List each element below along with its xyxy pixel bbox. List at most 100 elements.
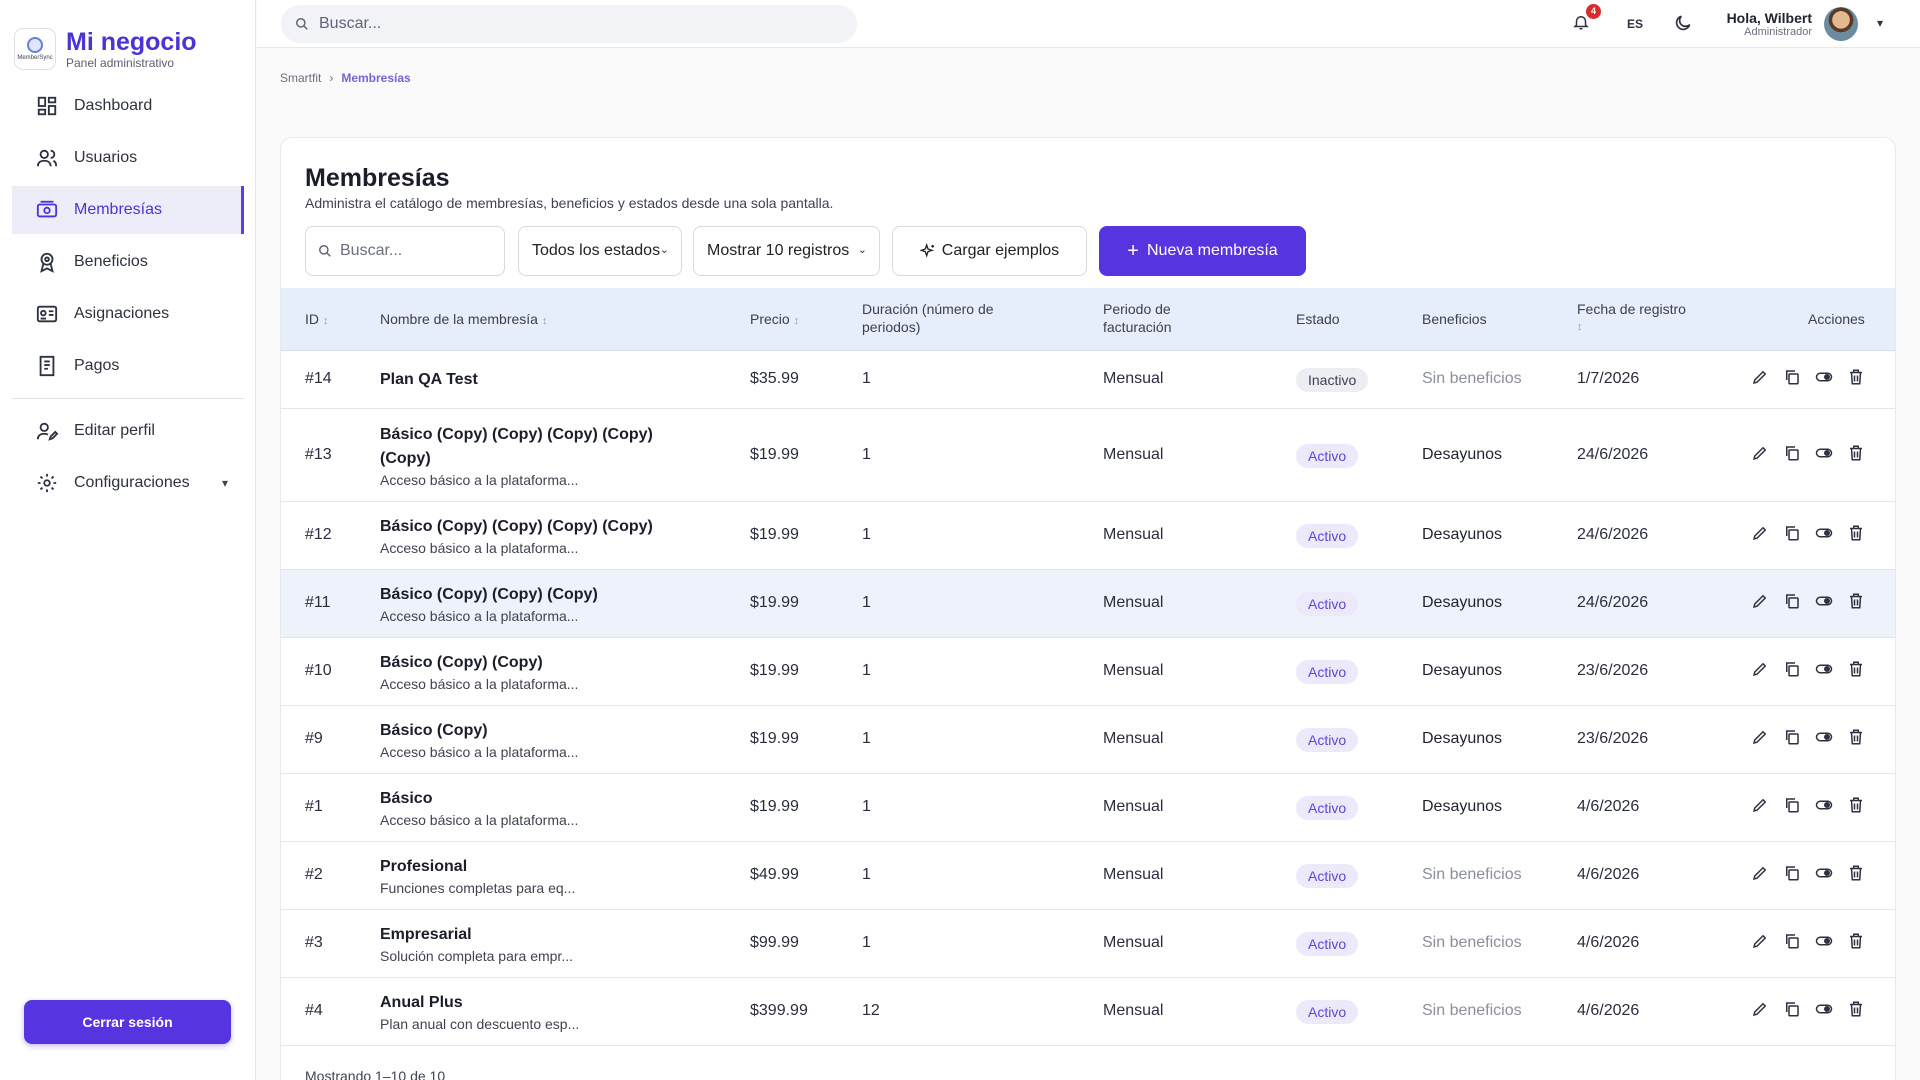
cell-benefits: Desayunos [1422, 730, 1503, 747]
table-row[interactable]: #13 Básico (Copy) (Copy) (Copy) (Copy) (C… [281, 409, 1895, 502]
sidebar-item-assignments[interactable]: Asignaciones [12, 290, 244, 338]
cell-date: 4/6/2026 [1577, 934, 1640, 951]
copy-icon[interactable] [1783, 524, 1801, 542]
language-switch[interactable]: ES [1627, 17, 1643, 31]
toggle-icon[interactable] [1815, 932, 1833, 950]
copy-icon[interactable] [1783, 368, 1801, 386]
sidebar-item-users[interactable]: Usuarios [12, 134, 244, 182]
avatar[interactable] [1824, 7, 1858, 41]
sidebar-item-memberships[interactable]: Membresías [12, 186, 244, 234]
global-search-input[interactable] [319, 15, 819, 33]
edit-icon[interactable] [1751, 592, 1769, 610]
cell-date: 1/7/2026 [1577, 370, 1640, 387]
cell-duration: 1 [862, 730, 871, 747]
header-name[interactable]: Nombre de la membresía ↕ [380, 310, 547, 330]
edit-icon[interactable] [1751, 728, 1769, 746]
toggle-icon[interactable] [1815, 524, 1833, 542]
sidebar-item-payments[interactable]: Pagos [12, 342, 244, 390]
trash-icon[interactable] [1847, 368, 1865, 386]
toggle-icon[interactable] [1815, 728, 1833, 746]
copy-icon[interactable] [1783, 796, 1801, 814]
table-row[interactable]: #3 Empresarial Solución completa para empr… [281, 910, 1895, 978]
trash-icon[interactable] [1847, 444, 1865, 462]
table-row[interactable]: #11 Básico (Copy) (Copy) (Copy) Acceso bás… [281, 570, 1895, 638]
header-duration: Duración (número de periodos) [862, 300, 1032, 336]
edit-icon[interactable] [1751, 1000, 1769, 1018]
copy-icon[interactable] [1783, 864, 1801, 882]
table-row[interactable]: #12 Básico (Copy) (Copy) (Copy) (Copy) Acc… [281, 502, 1895, 570]
edit-icon[interactable] [1751, 932, 1769, 950]
logo-text: MemberSync [17, 54, 53, 61]
sidebar-item-benefits[interactable]: Beneficios [12, 238, 244, 286]
sort-icon: ↕ [541, 315, 548, 327]
toggle-icon[interactable] [1815, 444, 1833, 462]
cell-id: #10 [305, 662, 332, 679]
search-icon [319, 245, 331, 257]
header-date[interactable]: Fecha de registro ↕ [1577, 300, 1686, 336]
toggle-icon[interactable] [1815, 1000, 1833, 1018]
trash-icon[interactable] [1847, 592, 1865, 610]
sidebar-item-dashboard[interactable]: Dashboard [12, 82, 244, 130]
row-actions [1751, 796, 1865, 814]
trash-icon[interactable] [1847, 728, 1865, 746]
trash-icon[interactable] [1847, 796, 1865, 814]
global-search[interactable] [281, 5, 857, 43]
trash-icon[interactable] [1847, 864, 1865, 882]
header-id[interactable]: ID ↕ [305, 310, 328, 330]
membership-description: Acceso básico a la plataforma... [380, 540, 579, 556]
cell-duration: 1 [862, 934, 871, 951]
edit-icon[interactable] [1751, 368, 1769, 386]
copy-icon[interactable] [1783, 592, 1801, 610]
sidebar-item-edit-profile[interactable]: Editar perfil [12, 407, 244, 455]
toggle-icon[interactable] [1815, 660, 1833, 678]
sidebar-item-settings[interactable]: Configuraciones ▾ [12, 459, 244, 507]
copy-icon[interactable] [1783, 932, 1801, 950]
table-row[interactable]: #14 Plan QA Test $35.99 1 Mensual Inactivo Sin… [281, 351, 1895, 409]
breadcrumb-root[interactable]: Smartfit [280, 71, 321, 85]
logout-button[interactable]: Cerrar sesión [24, 1000, 231, 1044]
cell-id: #12 [305, 526, 332, 543]
status-filter-select[interactable]: Todos los estados ⌄ [518, 226, 682, 276]
theme-toggle[interactable] [1673, 13, 1693, 38]
sidebar-item-label: Asignaciones [74, 305, 170, 322]
edit-icon[interactable] [1751, 864, 1769, 882]
cell-duration: 1 [862, 370, 871, 387]
toggle-icon[interactable] [1815, 368, 1833, 386]
toggle-icon[interactable] [1815, 592, 1833, 610]
trash-icon[interactable] [1847, 660, 1865, 678]
header-status: Estado [1296, 311, 1340, 327]
edit-icon[interactable] [1751, 796, 1769, 814]
table-search[interactable] [305, 226, 505, 276]
trash-icon[interactable] [1847, 524, 1865, 542]
table-search-input[interactable] [340, 242, 490, 260]
toggle-icon[interactable] [1815, 796, 1833, 814]
cell-price: $35.99 [750, 370, 799, 387]
cell-price: $19.99 [750, 730, 799, 747]
copy-icon[interactable] [1783, 1000, 1801, 1018]
membership-description: Acceso básico a la plataforma... [380, 608, 579, 624]
user-greeting[interactable]: Hola, Wilbert Administrador [1727, 10, 1812, 38]
notifications-button[interactable]: 4 [1572, 4, 1601, 37]
new-membership-button[interactable]: + Nueva membresía [1099, 226, 1306, 276]
users-icon [36, 149, 58, 167]
header-price[interactable]: Precio ↕ [750, 310, 799, 330]
table-row[interactable]: #2 Profesional Funciones completas para eq… [281, 842, 1895, 910]
table-row[interactable]: #9 Básico (Copy) Acceso básico a la plataf… [281, 706, 1895, 774]
edit-icon[interactable] [1751, 444, 1769, 462]
edit-icon[interactable] [1751, 524, 1769, 542]
copy-icon[interactable] [1783, 660, 1801, 678]
edit-icon[interactable] [1751, 660, 1769, 678]
table-row[interactable]: #1 Básico Acceso básico a la plataforma...… [281, 774, 1895, 842]
toggle-icon[interactable] [1815, 864, 1833, 882]
membership-name: Básico (Copy) (Copy) (Copy) [380, 586, 598, 603]
table-row[interactable]: #10 Básico (Copy) (Copy) Acceso básico a l… [281, 638, 1895, 706]
page-size-select[interactable]: Mostrar 10 registros ⌄ [693, 226, 880, 276]
load-examples-button[interactable]: Cargar ejemplos [892, 226, 1087, 276]
membership-name: Profesional [380, 858, 468, 875]
chevron-down-icon[interactable]: ▾ [1877, 16, 1883, 30]
table-row[interactable]: #4 Anual Plus Plan anual con descuento esp… [281, 978, 1895, 1046]
trash-icon[interactable] [1847, 1000, 1865, 1018]
copy-icon[interactable] [1783, 728, 1801, 746]
copy-icon[interactable] [1783, 444, 1801, 462]
trash-icon[interactable] [1847, 932, 1865, 950]
